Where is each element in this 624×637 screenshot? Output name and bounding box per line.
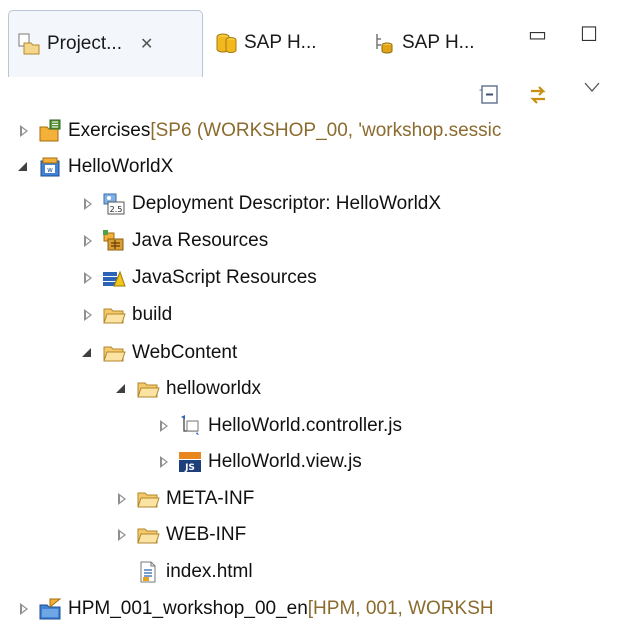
tree-item-decoration: [HPM, 001, WORKSH	[307, 598, 494, 619]
svg-text:2.5: 2.5	[110, 205, 123, 214]
expand-toggle[interactable]	[80, 270, 96, 286]
hana-project-icon	[38, 597, 62, 621]
collapse-toggle[interactable]	[80, 345, 96, 361]
sap-hana-repositories-icon	[372, 31, 396, 55]
web-project-icon: w	[38, 155, 62, 179]
collapse-toggle[interactable]	[114, 381, 130, 397]
tree-item-javascript-resources[interactable]: JavaScript Resources	[80, 261, 317, 295]
tree-item-label: WebContent	[132, 342, 238, 363]
tree-item-label: index.html	[166, 561, 253, 582]
tree-item-build[interactable]: build	[80, 298, 172, 332]
expand-toggle[interactable]	[80, 196, 96, 212]
folder-icon	[136, 523, 160, 547]
collapse-toggle[interactable]	[16, 159, 32, 175]
close-icon[interactable]: ✕	[140, 34, 153, 54]
tree-item-exercises[interactable]: Exercises [SP6 (WORKSHOP_00, 'workshop.s…	[16, 114, 501, 148]
tab-label: SAP H...	[402, 32, 475, 53]
tree-item-label: HelloWorld.view.js	[208, 451, 362, 472]
tree-item-label: build	[132, 304, 173, 325]
expand-toggle[interactable]	[114, 527, 130, 543]
deployment-descriptor-icon: 2.5	[102, 192, 126, 216]
tree-item-label: JavaScript Resources	[132, 267, 317, 288]
tree-item-label: META-INF	[166, 488, 255, 509]
expand-toggle[interactable]	[156, 418, 172, 434]
view-menu-icon[interactable]	[584, 82, 600, 94]
project-explorer-icon	[17, 32, 41, 56]
tab-sap-hana-repositories[interactable]: SAP H...	[364, 10, 475, 76]
tab-project-explorer[interactable]: Project... ✕	[8, 10, 203, 77]
svg-text:w: w	[47, 166, 53, 174]
folder-icon	[136, 487, 160, 511]
view-toolbar	[0, 78, 624, 114]
sap-hana-systems-icon	[214, 31, 238, 55]
java-resources-icon	[102, 229, 126, 253]
tree-item-index-html[interactable]: index.html	[114, 555, 253, 589]
tree-item-label: helloworldx	[166, 378, 262, 399]
view-tab-bar: Project... ✕ SAP H... SAP H... ▭ ☐	[0, 0, 624, 78]
minimize-button[interactable]: ▭	[528, 22, 547, 47]
tree-item-label: HPM_001_workshop_00_en	[68, 598, 308, 619]
tree-item-helloworld-view[interactable]: JS HelloWorld.view.js	[156, 445, 362, 479]
link-with-editor-icon[interactable]	[526, 83, 550, 107]
javascript-resources-icon	[102, 266, 126, 290]
expand-toggle[interactable]	[16, 601, 32, 617]
tree-item-java-resources[interactable]: Java Resources	[80, 224, 268, 258]
tree-item-label: Deployment Descriptor: HelloWorldX	[132, 193, 442, 214]
project-explorer-view: Project... ✕ SAP H... SAP H... ▭ ☐ Exerc…	[0, 0, 624, 637]
tree-item-hpm-001-workshop[interactable]: HPM_001_workshop_00_en [HPM, 001, WORKSH	[16, 592, 494, 626]
maximize-button[interactable]: ☐	[580, 22, 598, 47]
shared-project-icon	[38, 119, 62, 143]
tree-item-label: Exercises	[68, 120, 151, 141]
expand-toggle[interactable]	[16, 123, 32, 139]
tab-label: Project...	[47, 33, 122, 54]
expand-toggle[interactable]	[114, 491, 130, 507]
js-file-icon	[178, 414, 202, 438]
expand-toggle[interactable]	[80, 233, 96, 249]
tree-item-label: HelloWorldX	[68, 156, 174, 177]
tree-item-label: WEB-INF	[166, 524, 247, 545]
tree-item-label: Java Resources	[132, 230, 269, 251]
collapse-all-icon[interactable]	[478, 84, 500, 106]
tree-item-helloworldx-folder[interactable]: helloworldx	[114, 372, 261, 406]
expand-toggle[interactable]	[80, 307, 96, 323]
tree-item-helloworldx[interactable]: w HelloWorldX	[16, 150, 173, 184]
folder-icon	[102, 341, 126, 365]
tree-item-deployment-descriptor[interactable]: 2.5 Deployment Descriptor: HelloWorldX	[80, 187, 441, 221]
tree-item-helloworld-controller[interactable]: HelloWorld.controller.js	[156, 409, 402, 443]
tab-label: SAP H...	[244, 32, 317, 53]
tree-item-webcontent[interactable]: WebContent	[80, 336, 237, 370]
tree-item-meta-inf[interactable]: META-INF	[114, 482, 254, 516]
tree-item-web-inf[interactable]: WEB-INF	[114, 518, 246, 552]
html-file-icon	[136, 560, 160, 584]
tree-item-decoration: [SP6 (WORKSHOP_00, 'workshop.sessic	[150, 120, 502, 141]
folder-icon	[136, 377, 160, 401]
tab-sap-hana-systems[interactable]: SAP H...	[206, 10, 317, 76]
expand-toggle[interactable]	[156, 454, 172, 470]
svg-text:JS: JS	[184, 463, 195, 473]
js-view-file-icon: JS	[178, 450, 202, 474]
folder-icon	[102, 303, 126, 327]
tree-item-label: HelloWorld.controller.js	[208, 415, 402, 436]
